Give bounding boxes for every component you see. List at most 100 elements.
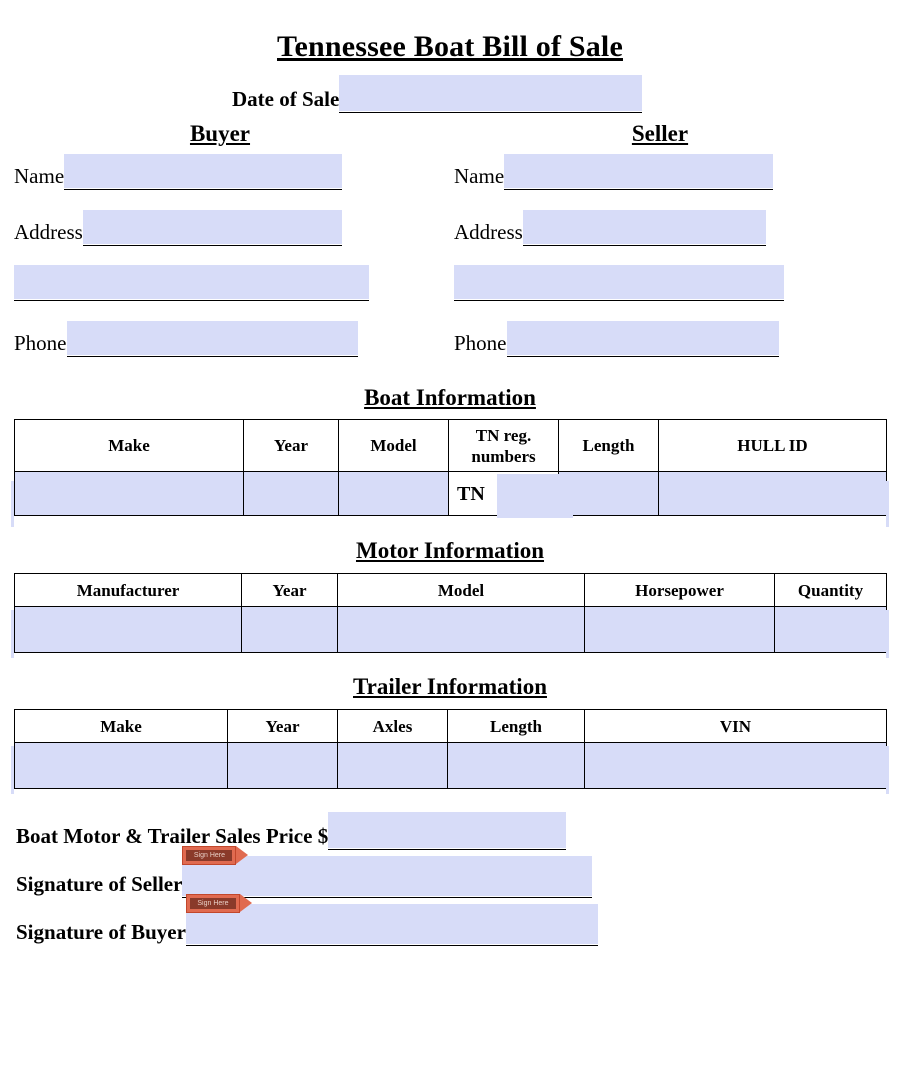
buyer-name-rule xyxy=(64,154,343,190)
motor-year-input[interactable] xyxy=(241,606,338,653)
seller-address-field: Address xyxy=(454,210,890,246)
seller-name-input[interactable] xyxy=(504,154,774,188)
sales-price-label: Boat Motor & Trailer Sales Price $ xyxy=(16,824,329,848)
boat-col-model: Model xyxy=(338,419,449,472)
boat-year-input[interactable] xyxy=(243,471,339,516)
motor-table-wrap: Manufacturer Year Model Horsepower Quant… xyxy=(0,573,900,658)
seller-phone-label: Phone xyxy=(454,331,507,355)
buyer-name-field: Name xyxy=(14,154,440,190)
buyer-column: Name Address Phone xyxy=(0,154,440,357)
motor-table-header-row: Manufacturer Year Model Horsepower Quant… xyxy=(14,573,887,607)
buyer-address-label: Address xyxy=(14,220,83,244)
motor-quantity-input[interactable] xyxy=(774,606,887,653)
buyer-address2-field xyxy=(14,265,440,301)
date-of-sale-rule xyxy=(339,75,643,113)
signature-buyer-field: Signature of Buyer Sign Here xyxy=(16,894,900,946)
seller-heading: Seller xyxy=(631,121,689,146)
seller-name-field: Name xyxy=(454,154,890,190)
buyer-address-input[interactable] xyxy=(82,210,342,244)
seller-address2-input[interactable] xyxy=(454,265,784,299)
signature-seller-field: Signature of Seller Sign Here xyxy=(16,846,900,898)
trailer-col-axles: Axles xyxy=(337,709,448,743)
signature-seller-input[interactable]: Sign Here xyxy=(182,846,593,896)
sales-price-input[interactable] xyxy=(328,812,567,848)
seller-address2-rule xyxy=(454,265,784,301)
motor-col-year: Year xyxy=(241,573,338,607)
boat-model-input[interactable] xyxy=(338,471,449,516)
boat-row-bleed-left xyxy=(11,481,14,527)
buyer-address2-rule xyxy=(14,265,369,301)
trailer-row-bleed-right xyxy=(886,746,889,794)
buyer-phone-rule xyxy=(66,321,358,357)
boat-table-header-row: Make Year Model TN reg. numbers Length H… xyxy=(14,419,887,472)
seller-name-label: Name xyxy=(454,164,505,188)
buyer-address2-input[interactable] xyxy=(14,265,369,299)
motor-col-horsepower: Horsepower xyxy=(584,573,775,607)
sign-here-icon-seller[interactable]: Sign Here xyxy=(182,846,249,865)
motor-horsepower-input[interactable] xyxy=(584,606,775,653)
buyer-phone-input[interactable] xyxy=(66,321,358,355)
date-of-sale-row: Date of Sale xyxy=(0,75,900,113)
boat-tn-reg-input[interactable] xyxy=(497,474,573,518)
buyer-address-rule xyxy=(82,210,342,246)
motor-model-input[interactable] xyxy=(337,606,585,653)
motor-col-quantity: Quantity xyxy=(774,573,887,607)
boat-col-length: Length xyxy=(558,419,659,472)
trailer-year-input[interactable] xyxy=(227,742,338,789)
signature-buyer-input[interactable]: Sign Here xyxy=(185,894,598,944)
seller-address2-field xyxy=(454,265,890,301)
boat-col-tn-reg-numbers: TN reg. numbers xyxy=(448,419,559,472)
bottom-section: Boat Motor & Trailer Sales Price $ Signa… xyxy=(0,812,900,946)
seller-name-rule xyxy=(504,154,774,190)
buyer-address-field: Address xyxy=(14,210,440,246)
boat-information-heading: Boat Information xyxy=(364,385,536,410)
sign-here-tag-arrow xyxy=(239,894,252,912)
trailer-make-input[interactable] xyxy=(14,742,228,789)
signature-buyer-label: Signature of Buyer xyxy=(16,920,186,944)
seller-phone-input[interactable] xyxy=(506,321,779,355)
seller-address-input[interactable] xyxy=(522,210,766,244)
page-title: Tennessee Boat Bill of Sale xyxy=(277,30,623,63)
buyer-phone-label: Phone xyxy=(14,331,67,355)
trailer-vin-input[interactable] xyxy=(584,742,887,789)
trailer-axles-input[interactable] xyxy=(337,742,448,789)
sales-price-field: Boat Motor & Trailer Sales Price $ xyxy=(16,812,900,850)
trailer-information-heading: Trailer Information xyxy=(353,674,547,699)
party-headings: Buyer Seller xyxy=(0,121,900,147)
buyer-name-input[interactable] xyxy=(64,154,343,188)
motor-information-table: Manufacturer Year Model Horsepower Quant… xyxy=(14,573,887,653)
boat-make-input[interactable] xyxy=(14,471,244,516)
seller-address-rule xyxy=(522,210,766,246)
signature-buyer-rule: Sign Here xyxy=(185,894,598,946)
seller-column: Name Address Phone xyxy=(440,154,890,357)
seller-phone-field: Phone xyxy=(454,321,890,357)
sign-here-icon-buyer[interactable]: Sign Here xyxy=(185,894,252,913)
boat-hull-id-input[interactable] xyxy=(658,471,887,516)
boat-col-tn-reg-line1: TN reg. xyxy=(475,425,532,445)
sign-here-tag-arrow xyxy=(236,846,249,864)
motor-manufacturer-input[interactable] xyxy=(14,606,242,653)
trailer-length-input[interactable] xyxy=(447,742,585,789)
boat-row-bleed-right xyxy=(886,481,889,527)
buyer-name-label: Name xyxy=(14,164,65,188)
party-fields: Name Address Phone Name Address Phone xyxy=(0,154,900,357)
trailer-col-length: Length xyxy=(447,709,585,743)
boat-col-make: Make xyxy=(14,419,244,472)
trailer-row-bleed-left xyxy=(11,746,14,794)
boat-table-data-row: TN xyxy=(14,471,887,518)
sign-here-tag-label: Sign Here xyxy=(189,898,236,909)
date-of-sale-label: Date of Sale xyxy=(232,87,340,111)
boat-col-year: Year xyxy=(243,419,339,472)
trailer-col-vin: VIN xyxy=(584,709,887,743)
buyer-heading: Buyer xyxy=(189,121,251,146)
buyer-phone-field: Phone xyxy=(14,321,440,357)
trailer-col-make: Make xyxy=(14,709,228,743)
motor-row-bleed-right xyxy=(886,610,889,658)
date-of-sale-input[interactable] xyxy=(339,75,643,111)
trailer-table-wrap: Make Year Axles Length VIN xyxy=(0,709,900,794)
boat-col-tn-reg-line2: numbers xyxy=(471,446,536,466)
boat-col-hull-id: HULL ID xyxy=(658,419,887,472)
seller-phone-rule xyxy=(506,321,779,357)
trailer-information-table: Make Year Axles Length VIN xyxy=(14,709,887,789)
boat-length-input[interactable] xyxy=(558,471,659,516)
